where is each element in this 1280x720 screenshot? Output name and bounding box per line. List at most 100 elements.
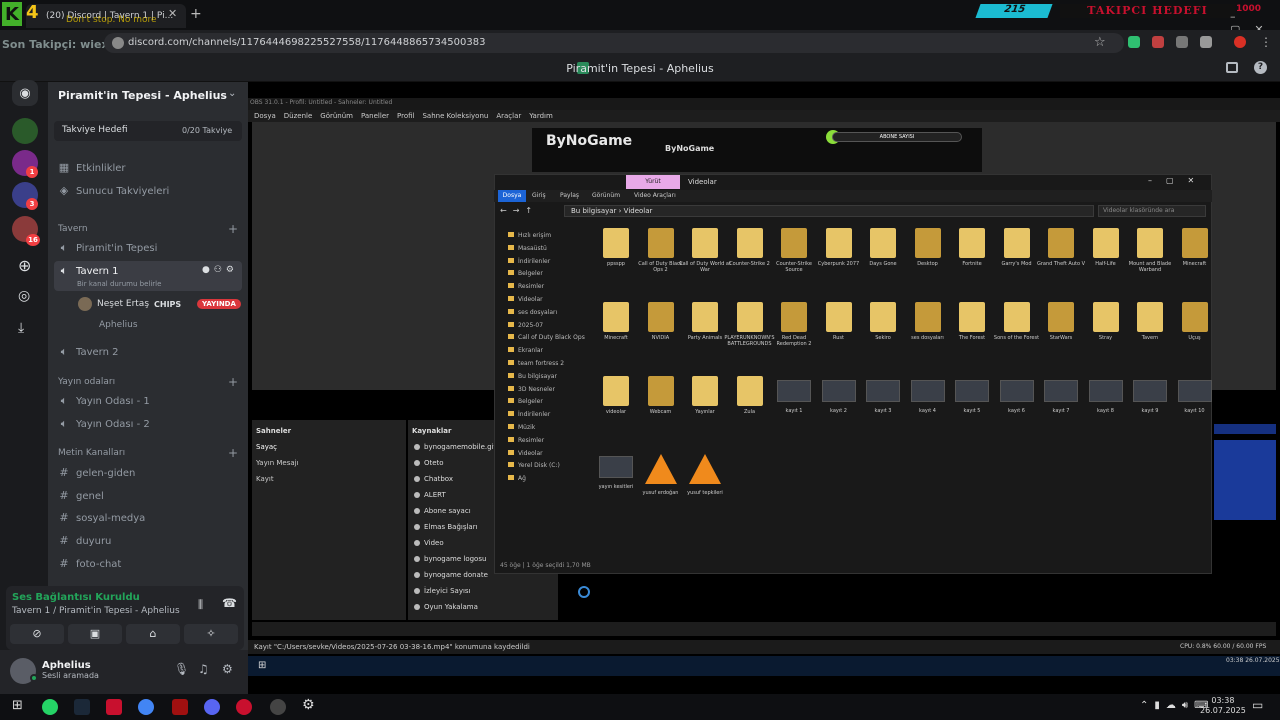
add-server-icon[interactable]: ⊕ <box>18 256 31 275</box>
source-item: bynogame donate <box>414 571 488 579</box>
explorer-sidebar-item: Hızlı erişim <box>508 232 551 239</box>
source-item: bynogame logosu <box>414 555 486 563</box>
channel-text[interactable]: # duyuru <box>58 535 111 547</box>
explorer-nav: ←→↑ <box>500 206 539 215</box>
channel-text[interactable]: # foto-chat <box>58 558 121 570</box>
abone-label: ABONE SAYISI <box>832 132 962 142</box>
folder-icon <box>1003 228 1030 258</box>
category-tavern[interactable]: Tavern <box>58 224 88 234</box>
folder-icon <box>1092 302 1119 332</box>
headphones-icon[interactable]: ♫ <box>198 662 209 676</box>
extensions-puzzle-icon[interactable] <box>1200 36 1212 48</box>
clock[interactable]: 03:38 26.07.2025 <box>1200 696 1246 716</box>
download-icon[interactable]: ⤓ <box>18 320 24 336</box>
folder-icon <box>825 302 852 332</box>
tab-close-icon[interactable]: ✕ <box>168 7 177 20</box>
opera-icon[interactable] <box>106 699 122 715</box>
folder-icon <box>508 372 514 378</box>
folder-icon <box>603 228 629 258</box>
voice-channel-path[interactable]: Tavern 1 / Piramit'in Tepesi - Aphelius <box>12 606 180 616</box>
explorer-sidebar-item: Bu bilgisayar <box>508 372 557 380</box>
help-icon[interactable]: ? <box>1254 61 1267 74</box>
disconnect-icon[interactable]: ☎ <box>222 596 237 610</box>
settings-gear-icon[interactable]: ⚙ <box>222 662 233 676</box>
settings-gear-icon[interactable]: ⚙ <box>302 697 315 713</box>
app-red-icon[interactable] <box>236 699 252 715</box>
add-channel-icon[interactable]: + <box>228 222 238 236</box>
channel-tavern2[interactable]: 🔈︎ Tavern 2 <box>58 346 119 358</box>
extension-red-icon[interactable] <box>1152 36 1164 48</box>
channel-text[interactable]: # genel <box>58 490 103 502</box>
source-item: Abone sayacı <box>414 507 471 515</box>
app-icon[interactable] <box>172 699 188 715</box>
channel-text[interactable]: # gelen-giden <box>58 467 135 479</box>
obs-statusbar: Kayıt "C:/Users/sevke/Videos/2025-07-26 … <box>248 640 1280 654</box>
profile-avatar[interactable] <box>1234 36 1246 48</box>
explorer-sidebar-item: Belgeler <box>508 270 543 277</box>
extension-shield-icon[interactable] <box>1128 36 1140 48</box>
chrome-icon[interactable] <box>138 699 154 715</box>
channel-yayin1[interactable]: 🔈︎ Yayın Odası - 1 <box>58 395 150 407</box>
explorer-footer: 45 öğe | 1 öğe seçildi 1,70 MB <box>500 562 591 569</box>
hash-icon: # <box>59 466 69 479</box>
folder-icon <box>736 376 763 406</box>
channel-tavern1[interactable]: 🔈︎ Tavern 1 <box>58 265 119 277</box>
discover-icon[interactable]: ◎ <box>18 288 30 304</box>
folder-icon <box>508 360 514 365</box>
voice-status[interactable]: Ses Bağlantısı Kuruldu <box>12 592 140 603</box>
screenshare-button[interactable]: ▣ <box>68 624 122 644</box>
add-channel-icon[interactable]: + <box>228 446 238 460</box>
events-link[interactable]: ▦ Etkinlikler <box>58 162 126 174</box>
server-piramit[interactable] <box>12 118 38 144</box>
voice-member[interactable]: Aphelius <box>99 320 138 330</box>
obs-title: OBS 31.0.1 - Profil: Untitled - Sahneler… <box>250 99 393 106</box>
add-channel-icon[interactable]: + <box>228 375 238 389</box>
hash-icon: # <box>59 534 69 547</box>
folder-icon <box>647 302 674 332</box>
folder-icon <box>914 228 941 258</box>
browser-menu-icon[interactable]: ⋮ <box>1260 35 1272 49</box>
new-tab-button[interactable]: + <box>190 6 202 22</box>
folder-icon <box>1181 302 1208 332</box>
folder-icon <box>508 436 514 442</box>
user-name[interactable]: Aphelius <box>42 660 91 671</box>
folder-icon <box>603 302 629 332</box>
microphone-icon[interactable]: 🎙︎ <box>174 662 189 676</box>
category-yayin[interactable]: Yayın odaları <box>58 377 115 387</box>
channel-text[interactable]: # sosyal-medya <box>58 512 145 524</box>
folder-icon <box>508 462 514 468</box>
folder-icon <box>508 257 514 263</box>
soundboard-button[interactable]: ✧ <box>184 624 238 644</box>
chevron-down-icon[interactable]: ⌄ <box>228 88 236 99</box>
channel-actions[interactable]: ●⚇⚙ <box>202 265 238 275</box>
overlay-counter: 215 <box>975 4 1053 18</box>
user-status: Sesli aramada <box>42 671 99 680</box>
server-name[interactable]: Piramit'in Tepesi - Aphelius <box>58 89 227 102</box>
video-file-icon <box>777 380 811 402</box>
channel-status[interactable]: Bir kanal durumu belirle <box>77 280 161 288</box>
notifications-icon[interactable]: ▭ <box>1252 698 1263 712</box>
source-item: Oyun Yakalama <box>414 603 478 611</box>
inbox-icon[interactable] <box>1226 62 1238 73</box>
channel-piramit[interactable]: 🔈︎ Piramit'in Tepesi <box>58 242 158 254</box>
streamer-clock: 03:38 26.07.2025 <box>1226 657 1280 664</box>
discord-icon[interactable] <box>204 699 220 715</box>
camera-button[interactable]: ⊘ <box>10 624 64 644</box>
voice-member[interactable]: Neşet Ertaş CHIPS <box>78 297 181 311</box>
server-boosts-link[interactable]: ◈ Sunucu Takviyeleri <box>58 185 170 197</box>
url-input[interactable]: discord.com/channels/1176444698225527558… <box>104 33 1124 53</box>
noise-icon[interactable]: ⫼ <box>198 598 203 612</box>
steam-icon[interactable] <box>74 699 90 715</box>
hash-icon: # <box>59 511 69 524</box>
category-metin[interactable]: Metin Kanalları <box>58 448 125 458</box>
extension-grey-icon[interactable] <box>1176 36 1188 48</box>
whatsapp-icon[interactable] <box>42 699 58 715</box>
activity-button[interactable]: ⌂ <box>126 624 180 644</box>
bookmark-star-icon[interactable]: ☆ <box>1094 35 1106 50</box>
banner-brand: ByNoGame <box>546 133 633 149</box>
obs-icon[interactable] <box>270 699 286 715</box>
site-info-icon[interactable] <box>112 37 124 49</box>
discord-home-icon[interactable]: ◉ <box>12 80 38 106</box>
channel-yayin2[interactable]: 🔈︎ Yayın Odası - 2 <box>58 418 150 430</box>
windows-start-icon[interactable]: ⊞ <box>12 698 23 713</box>
